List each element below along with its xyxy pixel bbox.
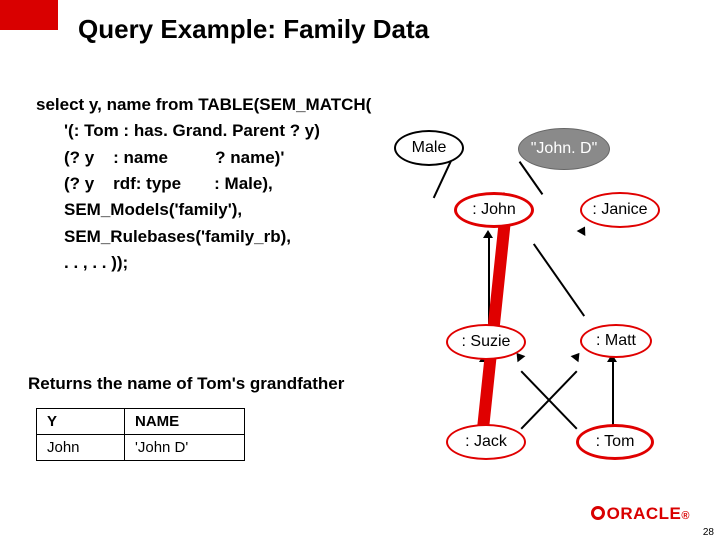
oracle-logo: ORACLE® — [591, 504, 690, 524]
sql-query-block: select y, name from TABLE(SEM_MATCH( '(:… — [36, 92, 371, 276]
table-cell-name: 'John D' — [125, 435, 245, 461]
arrowhead-icon — [577, 224, 590, 236]
edge-suzie-janice — [533, 243, 585, 316]
node-male: Male — [394, 130, 464, 166]
node-matt: : Matt — [580, 324, 652, 358]
edge-tom-matt — [612, 360, 614, 426]
header-red-block — [0, 0, 58, 30]
oracle-o-icon — [591, 506, 605, 520]
oracle-text: ORACLE — [607, 504, 682, 523]
query-line: select y, name from TABLE(SEM_MATCH( — [36, 92, 371, 118]
arrowhead-icon — [483, 230, 493, 238]
table-cell-y: John — [37, 435, 125, 461]
node-john: : John — [454, 192, 534, 228]
query-line: SEM_Rulebases('family_rb), — [64, 224, 371, 250]
node-janice: : Janice — [580, 192, 660, 228]
query-line: (? y : name ? name)' — [64, 145, 371, 171]
node-tom: : Tom — [576, 424, 654, 460]
result-caption: Returns the name of Tom's grandfather — [28, 374, 344, 394]
family-graph: Male "John. D" : John : Janice : Suzie :… — [380, 130, 710, 470]
query-line: (? y rdf: type : Male), — [64, 171, 371, 197]
slide-title: Query Example: Family Data — [78, 14, 429, 45]
page-number: 28 — [703, 527, 714, 538]
node-jack: : Jack — [446, 424, 526, 460]
table-header-name: NAME — [125, 409, 245, 435]
query-line: SEM_Models('family'), — [64, 197, 371, 223]
arrowhead-icon — [571, 350, 584, 362]
table-header-y: Y — [37, 409, 125, 435]
node-johnd: "John. D" — [518, 128, 610, 170]
node-suzie: : Suzie — [446, 324, 526, 360]
query-line: . . , . . )); — [64, 250, 371, 276]
edge-tom-grandparent-john — [476, 209, 512, 435]
query-line: '(: Tom : has. Grand. Parent ? y) — [64, 118, 371, 144]
result-table: Y NAME John 'John D' — [36, 408, 245, 461]
